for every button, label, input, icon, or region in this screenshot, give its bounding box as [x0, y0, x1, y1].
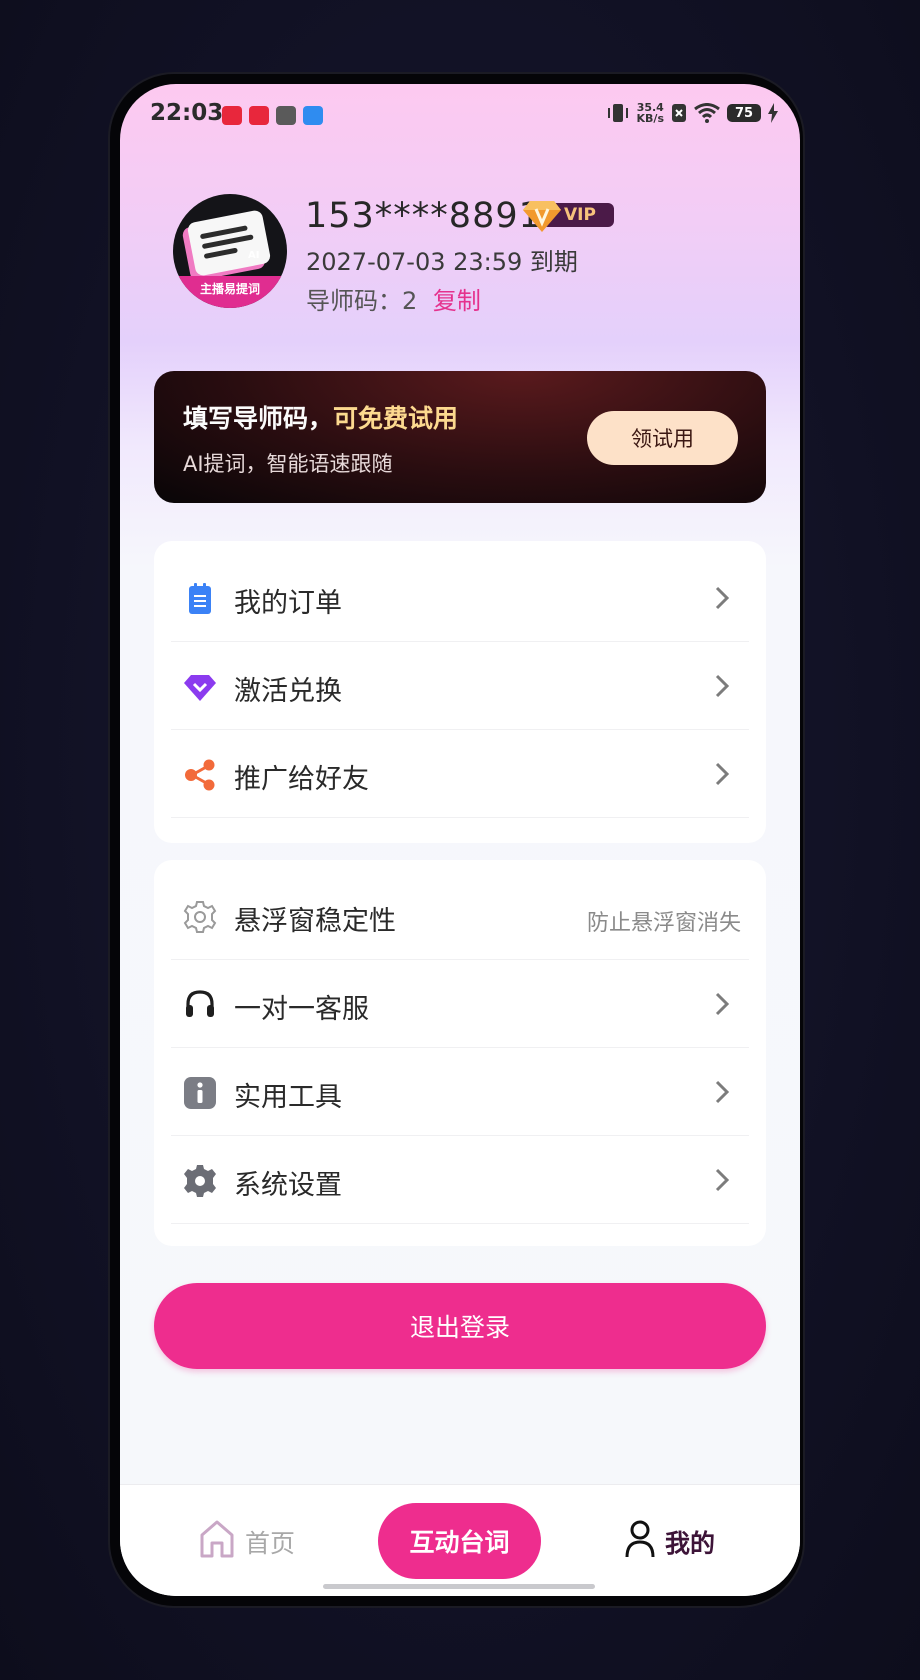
vip-label: VIP [564, 205, 596, 225]
claim-trial-button[interactable]: 领试用 [587, 411, 738, 465]
chevron-right-icon [715, 674, 730, 698]
expire-suffix: 到期 [529, 248, 578, 276]
menu-item-activate-redeem[interactable]: 激活兑换 [171, 642, 749, 730]
net-speed-unit: KB/s [636, 112, 664, 125]
chevron-right-icon [715, 992, 730, 1016]
user-icon[interactable] [624, 1519, 656, 1559]
expire-date: 2027-07-03 23:59 [306, 248, 523, 276]
usb-debug-icon [276, 106, 296, 125]
menu-item-label: 实用工具 [234, 1082, 342, 1113]
vibrate-icon [607, 104, 628, 122]
vip-badge: VIP [522, 199, 614, 232]
notification-app-icon [222, 106, 242, 125]
net-speed: 35.4 KB/s [637, 102, 664, 124]
menu-item-orders[interactable]: 我的订单 [171, 554, 749, 642]
chevron-right-icon [715, 1080, 730, 1104]
menu-item-system-settings[interactable]: 系统设置 [171, 1136, 749, 1224]
menu-item-float-window-stability[interactable]: 悬浮窗稳定性 防止悬浮窗消失 [171, 872, 749, 960]
info-icon [184, 1077, 216, 1109]
avatar-card-graphic [186, 209, 272, 277]
notification-app-icon [249, 106, 269, 125]
mentor-label: 导师码： [306, 287, 402, 315]
menu-item-share-friends[interactable]: 推广给好友 [171, 730, 749, 818]
vip-gem-icon [523, 201, 561, 232]
chevron-right-icon [715, 586, 730, 610]
menu-item-customer-service[interactable]: 一对一客服 [171, 960, 749, 1048]
promo-title: 填写导师码，可免费试用 [183, 399, 458, 435]
gear-outline-icon [183, 901, 217, 933]
promo-title-highlight: 可免费试用 [333, 404, 459, 433]
logout-button[interactable]: 退出登录 [154, 1283, 766, 1369]
user-phone: 153****8891 [305, 196, 542, 236]
mentor-value: 2 [402, 287, 418, 315]
chevron-right-icon [715, 1168, 730, 1192]
charging-icon [768, 103, 778, 123]
menu-item-tools[interactable]: 实用工具 [171, 1048, 749, 1136]
share-icon [185, 759, 215, 791]
notification-app-icon [303, 106, 323, 125]
nav-mine-label[interactable]: 我的 [665, 1524, 715, 1560]
headset-icon [186, 990, 214, 1017]
nav-home-label[interactable]: 首页 [245, 1524, 295, 1560]
promo-subtitle: AI提词，智能语速跟随 [183, 452, 393, 476]
avatar[interactable]: AI 主播易提词 [173, 194, 287, 308]
avatar-ai-text: AI [248, 250, 260, 261]
status-time: 22:03 [150, 100, 224, 126]
home-icon[interactable] [199, 1519, 235, 1559]
promo-banner[interactable]: 填写导师码，可免费试用 AI提词，智能语速跟随 领试用 [154, 371, 766, 503]
menu-item-label: 一对一客服 [234, 994, 369, 1025]
menu-item-hint: 防止悬浮窗消失 [586, 911, 741, 936]
wifi-icon [694, 103, 720, 123]
status-notification-icons [222, 106, 323, 125]
home-indicator [323, 1584, 595, 1589]
menu-card-account: 我的订单 激活兑换 推广给好友 [154, 541, 766, 843]
menu-item-label: 我的订单 [234, 588, 342, 619]
status-right-group: 35.4 KB/s 75 [606, 102, 778, 124]
avatar-brand-text: 主播易提词 [199, 282, 260, 296]
mentor-line: 导师码：2 复制 [306, 281, 481, 316]
status-bar: 22:03 35.4 KB/s 75 [120, 84, 800, 150]
bottom-nav: 首页 互动台词 我的 [120, 1484, 800, 1596]
promo-title-part1: 填写导师码， [183, 404, 334, 433]
menu-item-label: 激活兑换 [234, 676, 342, 707]
diamond-icon [184, 675, 216, 701]
chevron-right-icon [715, 762, 730, 786]
sim-off-icon [672, 104, 686, 122]
interactive-lines-button[interactable]: 互动台词 [378, 1503, 541, 1579]
app-screen: 22:03 35.4 KB/s 75 AI 主播易提词 153****8891 … [120, 84, 800, 1596]
order-icon [189, 583, 211, 614]
menu-card-settings: 悬浮窗稳定性 防止悬浮窗消失 一对一客服 实用工具 系统设置 [154, 860, 766, 1246]
menu-item-label: 推广给好友 [234, 764, 369, 795]
expire-line: 2027-07-03 23:59 到期 [306, 242, 578, 277]
menu-item-label: 系统设置 [234, 1170, 342, 1201]
copy-mentor-code-link[interactable]: 复制 [433, 287, 481, 315]
gear-icon [184, 1165, 216, 1197]
battery-indicator: 75 [727, 104, 761, 122]
menu-item-label: 悬浮窗稳定性 [234, 906, 396, 937]
